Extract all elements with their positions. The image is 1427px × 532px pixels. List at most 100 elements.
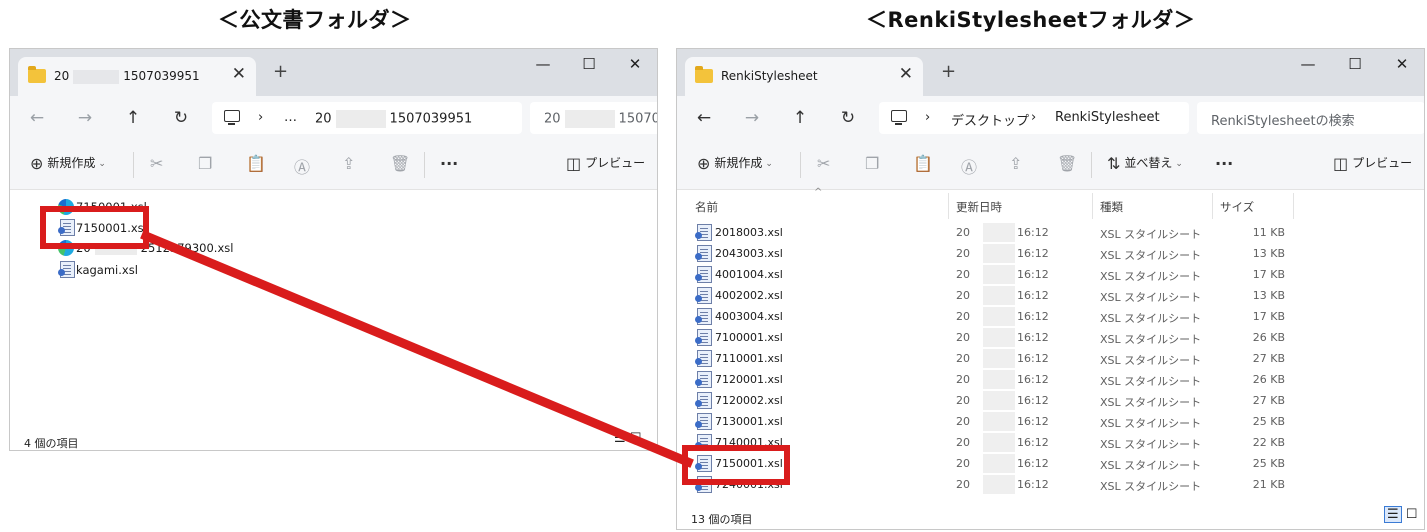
new-tab-icon[interactable]: + [941,61,956,82]
rename-icon[interactable]: Ⓐ [294,154,310,178]
row-date: 20 [956,457,970,470]
up-arrow-icon[interactable]: ↑ [122,108,144,128]
row-size: 13 KB [1252,247,1285,260]
close-tab-icon[interactable]: ✕ [899,64,913,84]
row-type: XSL スタイルシート [1100,459,1202,472]
row-type: XSL スタイルシート [1100,354,1202,367]
folder-icon [695,66,713,83]
breadcrumb-separator-icon: › [1031,110,1037,125]
row-name: 4002002.xsl [715,289,783,302]
up-arrow-icon[interactable]: ↑ [789,108,811,128]
delete-icon[interactable]: 🗑 [390,154,410,173]
breadcrumb-current[interactable]: 20 1507039951 [315,110,472,128]
paste-icon[interactable]: 📋 [246,154,266,173]
minimize-icon[interactable]: — [528,55,558,73]
row-time: 16:12 [1017,415,1049,428]
maximize-icon[interactable]: ☐ [1340,55,1370,73]
row-name: 7120002.xsl [715,394,783,407]
share-icon[interactable]: ⇪ [1009,154,1022,173]
row-size: 21 KB [1252,478,1285,491]
row-size: 27 KB [1252,352,1285,365]
close-window-icon[interactable]: ✕ [1387,55,1417,73]
new-tab-icon[interactable]: + [273,61,288,82]
view-toggle[interactable]: ☰ ☐ [1384,506,1417,523]
new-button[interactable]: ⊕ 新規作成 ⌄ [697,154,773,173]
right-file-highlight [682,445,790,485]
search-input[interactable]: 201507039 [530,102,657,134]
close-window-icon[interactable]: ✕ [620,55,650,73]
row-type: XSL スタイルシート [1100,375,1202,388]
title-bar: RenkiStylesheet ✕ + — ☐ ✕ [677,49,1424,96]
delete-icon[interactable]: 🗑 [1057,154,1077,173]
search-input[interactable]: RenkiStylesheetの検索 [1197,102,1424,134]
breadcrumb-separator-icon: › [258,110,264,125]
copy-icon[interactable]: ❐ [198,154,212,173]
share-icon[interactable]: ⇪ [342,154,355,173]
command-bar: ⊕ 新規作成 ⌄ ✂ ❐ 📋 Ⓐ ⇪ 🗑 ⇅ 並べ替え ⌄ ··· ◫ プレビュー [677,140,1424,190]
new-button[interactable]: ⊕ 新規作成 ⌄ [30,154,106,173]
row-size: 26 KB [1252,331,1285,344]
folder-tab[interactable]: RenkiStylesheet ✕ [685,57,923,96]
row-size: 17 KB [1252,268,1285,281]
more-options-icon[interactable]: ··· [1215,154,1233,173]
right-caption: ＜RenkiStylesheetフォルダ＞ [866,8,1196,32]
paste-icon[interactable]: 📋 [913,154,933,173]
maximize-icon[interactable]: ☐ [574,55,604,73]
row-time: 16:12 [1017,436,1049,449]
breadcrumb-current[interactable]: RenkiStylesheet [1055,110,1160,125]
more-options-icon[interactable]: ··· [440,154,458,173]
breadcrumb-desktop[interactable]: デスクトップ [951,110,1029,129]
refresh-icon[interactable]: ↻ [170,108,192,128]
row-name: 7120001.xsl [715,373,783,386]
cut-icon[interactable]: ✂ [817,154,830,173]
redaction [983,349,1015,368]
copy-icon[interactable]: ❐ [865,154,879,173]
left-file-highlight [40,206,149,249]
xsl-file-icon [695,371,712,388]
redaction [983,412,1015,431]
row-date: 20 [956,415,970,428]
row-type: XSL スタイルシート [1100,480,1202,493]
row-type: XSL スタイルシート [1100,270,1202,283]
row-date: 20 [956,247,970,260]
column-date[interactable]: 更新日時 [956,199,1002,215]
row-size: 26 KB [1252,373,1285,386]
back-arrow-icon[interactable]: ← [693,108,715,128]
row-time: 16:12 [1017,394,1049,407]
forward-arrow-icon[interactable]: → [741,108,763,128]
breadcrumb-separator-icon: › [925,110,931,125]
rename-icon[interactable]: Ⓐ [961,154,977,178]
row-date: 20 [956,373,970,386]
sort-button[interactable]: ⇅ 並べ替え ⌄ [1107,154,1183,173]
row-type: XSL スタイルシート [1100,438,1202,451]
breadcrumb-overflow[interactable]: … [284,110,297,125]
close-tab-icon[interactable]: ✕ [232,64,246,84]
status-item-count: 4 個の項目 [24,437,79,450]
row-size: 13 KB [1252,289,1285,302]
column-size[interactable]: サイズ [1220,199,1254,215]
address-box[interactable]: › … 20 1507039951 [212,102,522,134]
preview-button[interactable]: ◫ プレビュー [1333,154,1412,173]
this-pc-icon [891,110,907,125]
command-bar: ⊕ 新規作成 ⌄ ✂ ❐ 📋 Ⓐ ⇪ 🗑 ··· ◫ プレビュー [10,140,657,190]
row-time: 16:12 [1017,289,1049,302]
refresh-icon[interactable]: ↻ [837,108,859,128]
cut-icon[interactable]: ✂ [150,154,163,173]
redaction [983,433,1015,452]
back-arrow-icon[interactable]: ← [26,108,48,128]
preview-button[interactable]: ◫ プレビュー [566,154,645,173]
column-type[interactable]: 種類 [1100,199,1123,215]
redaction [983,307,1015,326]
left-explorer-window: 20 1507039951 ✕ + — ☐ ✕ ← → ↑ ↻ › … 20 150… [9,48,658,451]
column-name[interactable]: 名前 [695,199,718,215]
forward-arrow-icon[interactable]: → [74,108,96,128]
xsl-file-icon [695,245,712,262]
row-name: 2043003.xsl [715,247,783,260]
row-time: 16:12 [1017,352,1049,365]
redaction [983,391,1015,410]
view-toggle[interactable]: ☰ ☐ [614,431,641,446]
address-box[interactable]: › デスクトップ › RenkiStylesheet [879,102,1189,134]
minimize-icon[interactable]: — [1293,55,1323,73]
row-type: XSL スタイルシート [1100,228,1202,241]
folder-tab[interactable]: 20 1507039951 ✕ [18,57,256,96]
